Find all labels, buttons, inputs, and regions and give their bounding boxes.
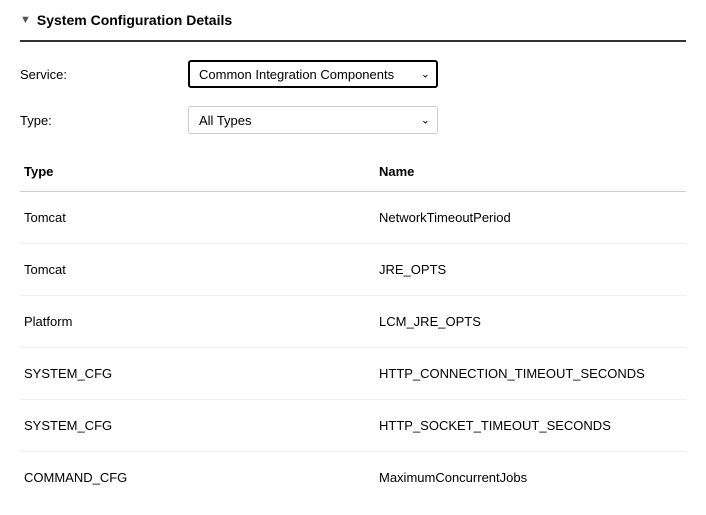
service-select-wrap: Common Integration Components ⌄ (188, 60, 438, 88)
cell-name: HTTP_SOCKET_TIMEOUT_SECONDS (375, 400, 686, 452)
service-select[interactable]: Common Integration Components (188, 60, 438, 88)
cell-name: MaximumConcurrentJobs (375, 452, 686, 504)
cell-type: SYSTEM_CFG (20, 400, 375, 452)
cell-type: Platform (20, 296, 375, 348)
cell-name: JRE_OPTS (375, 244, 686, 296)
type-select-wrap: All Types ⌄ (188, 106, 438, 134)
config-table: Type Name Tomcat NetworkTimeoutPeriod To… (20, 152, 686, 503)
service-label: Service: (20, 67, 188, 82)
table-row: COMMAND_CFG MaximumConcurrentJobs (20, 452, 686, 504)
table-row: Platform LCM_JRE_OPTS (20, 296, 686, 348)
table-row: Tomcat JRE_OPTS (20, 244, 686, 296)
filter-service-row: Service: Common Integration Components ⌄ (20, 60, 686, 88)
type-select[interactable]: All Types (188, 106, 438, 134)
cell-type: Tomcat (20, 244, 375, 296)
collapse-icon[interactable]: ▼ (20, 15, 31, 26)
table-header-row: Type Name (20, 152, 686, 192)
section-title: System Configuration Details (37, 12, 232, 28)
cell-name: NetworkTimeoutPeriod (375, 192, 686, 244)
filter-type-row: Type: All Types ⌄ (20, 106, 686, 134)
cell-name: HTTP_CONNECTION_TIMEOUT_SECONDS (375, 348, 686, 400)
table-row: SYSTEM_CFG HTTP_SOCKET_TIMEOUT_SECONDS (20, 400, 686, 452)
section-header: ▼ System Configuration Details (20, 12, 686, 42)
table-row: Tomcat NetworkTimeoutPeriod (20, 192, 686, 244)
header-type: Type (20, 152, 375, 192)
cell-type: COMMAND_CFG (20, 452, 375, 504)
table-row: SYSTEM_CFG HTTP_CONNECTION_TIMEOUT_SECON… (20, 348, 686, 400)
cell-name: LCM_JRE_OPTS (375, 296, 686, 348)
cell-type: SYSTEM_CFG (20, 348, 375, 400)
type-label: Type: (20, 113, 188, 128)
cell-type: Tomcat (20, 192, 375, 244)
header-name: Name (375, 152, 686, 192)
